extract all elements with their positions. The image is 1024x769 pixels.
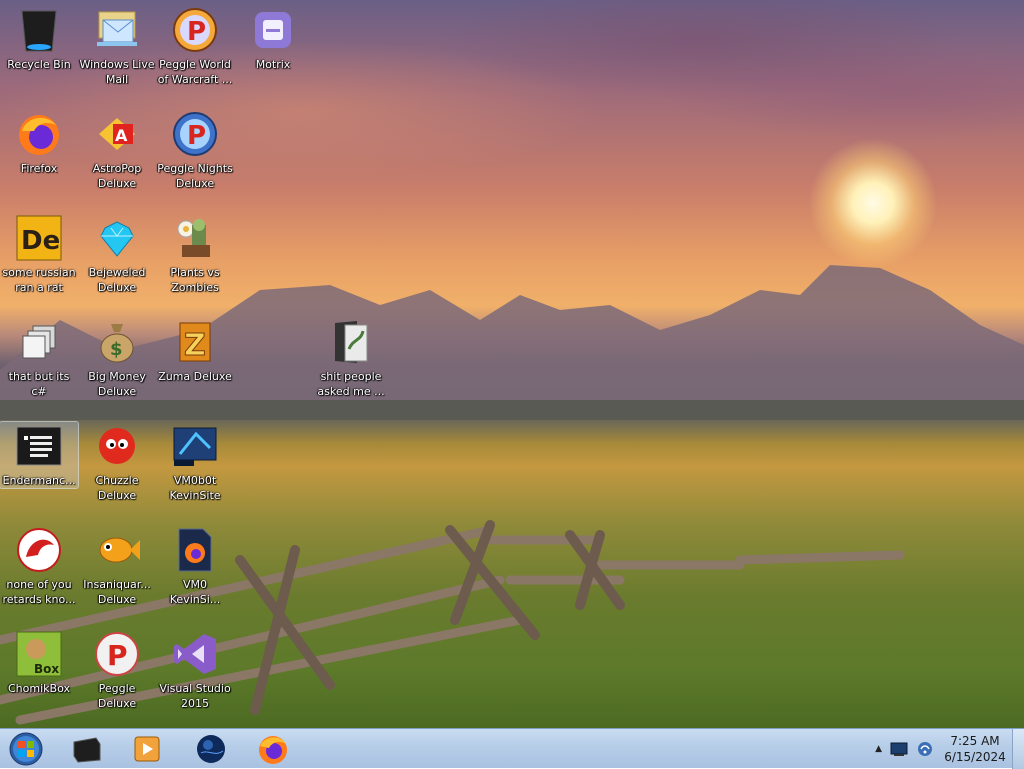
clock[interactable]: 7:25 AM 6/15/2024 — [942, 733, 1008, 765]
folder-icon — [327, 318, 375, 366]
firefox-icon — [15, 110, 63, 158]
chuzzle-icon — [93, 422, 141, 470]
mail-icon — [93, 6, 141, 54]
money-bag-icon: $ — [93, 318, 141, 366]
de-icon: De — [15, 214, 63, 262]
svg-text:P: P — [107, 639, 128, 672]
system-tray: ▲ 7:25 AM 6/15/2024 — [875, 729, 1008, 769]
start-orb-icon — [9, 732, 43, 766]
desktop[interactable]: Recycle Bin Windows Live Mail P Peggle W… — [0, 0, 1024, 728]
desktop-icon-big-money[interactable]: $ Big Money Deluxe — [78, 318, 156, 399]
peggle-wow-icon: P — [171, 6, 219, 54]
desktop-icon-bejeweled[interactable]: Bejeweled Deluxe — [78, 214, 156, 295]
desktop-icon-windows-live-mail[interactable]: Windows Live Mail — [78, 6, 156, 87]
fish-icon — [93, 526, 141, 574]
desktop-icon-that-but-its-csharp[interactable]: that but its c# — [0, 318, 78, 399]
desktop-icon-visual-studio-2015[interactable]: Visual Studio 2015 — [156, 630, 234, 711]
media-player-icon — [134, 736, 160, 762]
desktop-icon-recycle-bin[interactable]: Recycle Bin — [0, 6, 78, 72]
desktop-icon-chomikbox[interactable]: Box ChomikBox — [0, 630, 78, 696]
visual-studio-icon — [171, 630, 219, 678]
chomikbox-icon: Box — [15, 630, 63, 678]
stacked-windows-icon — [15, 318, 63, 366]
svg-text:De: De — [21, 226, 60, 256]
desktop-icon-peggle-deluxe[interactable]: P Peggle Deluxe — [78, 630, 156, 711]
desktop-icon-some-russian-ran-a-rat[interactable]: De some russian ran a rat — [0, 214, 78, 295]
sun — [808, 138, 938, 268]
svg-text:$: $ — [110, 339, 123, 360]
desktop-icon-insaniquarium[interactable]: Insaniquar... Deluxe — [78, 526, 156, 607]
media-center-icon — [73, 737, 101, 763]
svg-text:P: P — [187, 121, 206, 151]
red-dragon-icon — [15, 526, 63, 574]
firefox-file-icon — [171, 526, 219, 574]
peggle-nights-icon: P — [171, 110, 219, 158]
recycle-bin-icon — [15, 6, 63, 54]
plants-icon — [171, 214, 219, 262]
desktop-icon-none-of-you[interactable]: none of you retards kno... — [0, 526, 78, 607]
taskbar-pin-globe[interactable] — [186, 731, 236, 767]
astropop-icon: A — [93, 110, 141, 158]
action-center-icon[interactable] — [890, 741, 908, 757]
show-desktop-button[interactable] — [1012, 729, 1024, 769]
taskbar: ▲ 7:25 AM 6/15/2024 — [0, 728, 1024, 769]
desktop-icon-chuzzle[interactable]: Chuzzle Deluxe — [78, 422, 156, 503]
desktop-icon-shit-people-asked-me[interactable]: shit people asked me ... — [312, 318, 390, 399]
taskbar-pin-firefox[interactable] — [248, 731, 298, 767]
desktop-icon-astropop[interactable]: A AstroPop Deluxe — [78, 110, 156, 191]
start-button[interactable] — [4, 730, 48, 768]
svg-text:P: P — [187, 17, 206, 47]
clock-time: 7:25 AM — [950, 734, 1000, 748]
desktop-icon-zuma[interactable]: Z Zuma Deluxe — [156, 318, 234, 384]
taskbar-pin-media-player[interactable] — [122, 731, 172, 767]
network-icon[interactable] — [916, 740, 934, 758]
desktop-icon-vm0b0t-kevinsite[interactable]: VM0b0t KevinSite — [156, 422, 234, 503]
motrix-icon — [249, 6, 297, 54]
zuma-icon: Z — [171, 318, 219, 366]
globe-icon — [197, 735, 225, 763]
desktop-icon-firefox[interactable]: Firefox — [0, 110, 78, 176]
desktop-icon-endermanch[interactable]: Endermanc... — [0, 421, 79, 489]
desktop-icon-vm0-kevinsite[interactable]: VM0 KevinSi... — [156, 526, 234, 607]
svg-text:Z: Z — [184, 328, 206, 363]
desktop-icon-peggle-wow[interactable]: P Peggle World of Warcraft ... — [156, 6, 234, 87]
svg-text:A: A — [115, 126, 128, 145]
svg-text:Box: Box — [34, 662, 59, 676]
gem-icon — [93, 214, 141, 262]
desktop-icon-plants-vs-zombies[interactable]: Plants vs Zombies — [156, 214, 234, 295]
peggle-icon: P — [93, 630, 141, 678]
desktop-icon-peggle-nights[interactable]: P Peggle Nights Deluxe — [156, 110, 234, 191]
show-hidden-icons-button[interactable]: ▲ — [875, 744, 882, 754]
desktop-icon-motrix[interactable]: Motrix — [234, 6, 312, 72]
console-icon — [15, 422, 63, 470]
vm-icon — [171, 422, 219, 470]
taskbar-pin-media-center[interactable] — [62, 731, 112, 767]
firefox-icon — [259, 736, 287, 764]
clock-date: 6/15/2024 — [944, 750, 1006, 764]
